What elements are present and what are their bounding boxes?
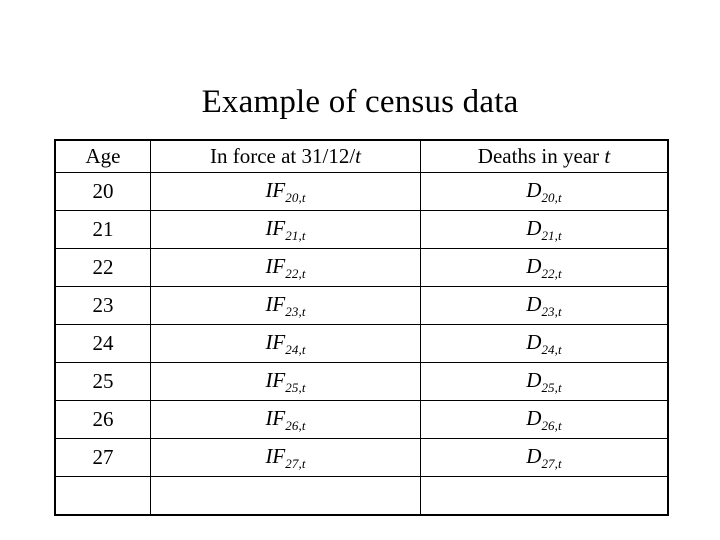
in-force-symbol: IF22,t [265,254,306,281]
cell-in-force [150,476,421,515]
in-force-symbol: IF27,t [265,444,306,471]
in-force-subscript: 21,t [285,227,306,243]
cell-age: 25 [55,362,151,401]
in-force-base: IF [265,216,286,240]
table-row: 26 IF26,t D26,t [55,400,668,439]
column-header-deaths-italic: t [604,144,611,168]
cell-in-force: IF25,t [150,362,421,401]
cell-in-force: IF26,t [150,400,421,439]
cell-age: 20 [55,172,151,211]
table-header: Age In force at 31/12/t Deaths in year t [55,140,668,173]
in-force-subscript: 25,t [285,379,306,395]
column-header-deaths: Deaths in year t [420,140,668,173]
in-force-base: IF [265,178,286,202]
in-force-base: IF [265,444,286,468]
in-force-subscript: 20,t [285,189,306,205]
in-force-base: IF [265,368,286,392]
cell-deaths: D24,t [420,324,668,363]
column-header-in-force-label: In force at 31/12/ [209,144,356,168]
cell-deaths: D21,t [420,210,668,249]
column-header-in-force-italic: t [355,144,362,168]
cell-deaths: D27,t [420,438,668,477]
in-force-subscript: 27,t [285,455,306,471]
cell-in-force: IF24,t [150,324,421,363]
column-header-age: Age [55,140,151,173]
cell-in-force: IF23,t [150,286,421,325]
deaths-subscript: 22,t [541,265,562,281]
in-force-subscript: 22,t [285,265,306,281]
in-force-subscript: 23,t [285,303,306,319]
table-row: 23 IF23,t D23,t [55,286,668,325]
column-header-age-label: Age [85,144,121,168]
deaths-symbol: D26,t [526,406,562,433]
cell-deaths [420,476,668,515]
cell-deaths: D25,t [420,362,668,401]
cell-deaths: D23,t [420,286,668,325]
table-header-row: Age In force at 31/12/t Deaths in year t [55,140,668,173]
table-row: 22 IF22,t D22,t [55,248,668,287]
page-title: Example of census data [201,84,519,121]
deaths-subscript: 27,t [541,455,562,471]
deaths-base: D [526,444,542,468]
cell-in-force: IF22,t [150,248,421,287]
cell-in-force: IF21,t [150,210,421,249]
deaths-subscript: 26,t [541,417,562,433]
in-force-base: IF [265,254,286,278]
column-header-in-force: In force at 31/12/t [150,140,421,173]
deaths-symbol: D25,t [526,368,562,395]
deaths-symbol: D21,t [526,216,562,243]
in-force-symbol: IF25,t [265,368,306,395]
census-table-container: Age In force at 31/12/t Deaths in year t… [54,139,669,516]
deaths-base: D [526,406,542,430]
cell-deaths: D26,t [420,400,668,439]
in-force-symbol: IF23,t [265,292,306,319]
cell-age: 26 [55,400,151,439]
in-force-symbol: IF21,t [265,216,306,243]
cell-age [55,476,151,515]
deaths-symbol: D22,t [526,254,562,281]
in-force-symbol: IF20,t [265,178,306,205]
deaths-symbol: D23,t [526,292,562,319]
cell-in-force: IF27,t [150,438,421,477]
deaths-base: D [526,178,542,202]
in-force-base: IF [265,406,286,430]
cell-age: 24 [55,324,151,363]
cell-in-force: IF20,t [150,172,421,211]
deaths-symbol: D27,t [526,444,562,471]
table-row: 21 IF21,t D21,t [55,210,668,249]
deaths-base: D [526,254,542,278]
column-header-deaths-label: Deaths in year [477,144,605,168]
deaths-subscript: 23,t [541,303,562,319]
table-body: 20 IF20,t D20,t 21 IF21,t D21,t 22 IF22,… [55,172,668,515]
in-force-symbol: IF26,t [265,406,306,433]
deaths-subscript: 20,t [541,189,562,205]
table-row: 25 IF25,t D25,t [55,362,668,401]
deaths-subscript: 25,t [541,379,562,395]
deaths-base: D [526,330,542,354]
deaths-base: D [526,216,542,240]
in-force-base: IF [265,330,286,354]
in-force-symbol: IF24,t [265,330,306,357]
cell-age: 22 [55,248,151,287]
table-row-empty [55,476,668,515]
cell-deaths: D20,t [420,172,668,211]
table-row: 24 IF24,t D24,t [55,324,668,363]
deaths-subscript: 24,t [541,341,562,357]
deaths-subscript: 21,t [541,227,562,243]
census-table: Age In force at 31/12/t Deaths in year t… [54,139,669,516]
slide-canvas: Example of census data Age In force at 3… [0,0,720,540]
cell-age: 21 [55,210,151,249]
in-force-base: IF [265,292,286,316]
table-row: 20 IF20,t D20,t [55,172,668,211]
table-row: 27 IF27,t D27,t [55,438,668,477]
deaths-base: D [526,368,542,392]
cell-age: 27 [55,438,151,477]
cell-age: 23 [55,286,151,325]
deaths-symbol: D24,t [526,330,562,357]
cell-deaths: D22,t [420,248,668,287]
in-force-subscript: 24,t [285,341,306,357]
in-force-subscript: 26,t [285,417,306,433]
deaths-base: D [526,292,542,316]
deaths-symbol: D20,t [526,178,562,205]
